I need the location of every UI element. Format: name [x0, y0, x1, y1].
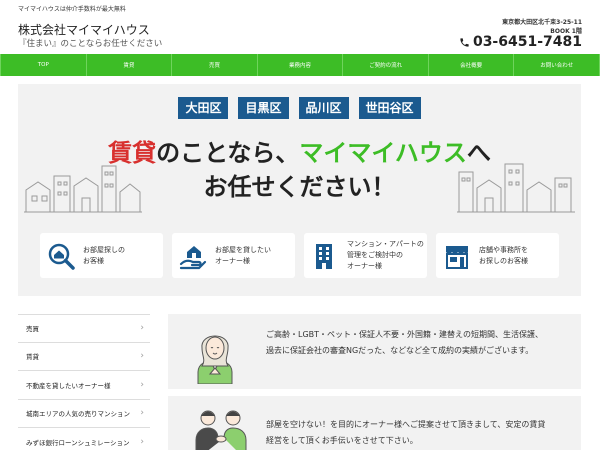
card-line: 管理をご検討中の [347, 251, 403, 259]
hero-banner: 大田区 目黒区 品川区 世田谷区 賃貸のことなら、マイマイハウスへ お任せくださ… [18, 84, 581, 296]
card-line: お客様 [83, 256, 104, 265]
address-line-1: 東京都大田区北千束3-25-11 [502, 19, 582, 26]
apartment-building-icon [311, 242, 339, 270]
area-tag-shinagawa: 品川区 [298, 97, 349, 119]
hero-headline: 賃貸のことなら、マイマイハウスへ お任せください！ [18, 136, 581, 204]
house-search-icon [47, 242, 75, 270]
info-panel-achievements: ご高齢・LGBT・ペット・保証人不要・外国籍・建替えの短期間、生活保護、 過去に… [168, 314, 581, 389]
card-line: お部屋を貸したい [215, 245, 271, 254]
info-line: 経営をして頂くお手伝いをさせて下さい。 [266, 436, 418, 445]
sidebar-item-popular-mansions[interactable]: 城南エリアの人気の売りマンション › [18, 400, 150, 428]
nav-item-contact[interactable]: お問い合わせ [514, 54, 600, 76]
hero-headline-line-1: 賃貸のことなら、マイマイハウスへ [18, 136, 581, 170]
sidebar-item-rent[interactable]: 賃貸 › [18, 343, 150, 371]
card-line: 店舗や事務所を [479, 245, 528, 254]
headline-brand-word: マイマイハウス [299, 139, 467, 167]
card-line: オーナー様 [215, 256, 250, 265]
sidebar-item-label: みずほ銀行ローンシュミレーション [26, 438, 130, 447]
card-shop-office-text: 店舗や事務所を お探しのお客様 [479, 245, 528, 267]
card-property-management-text: マンション・アパートの 管理をご検討中の オーナー様 [347, 239, 424, 272]
global-nav: TOP 賃貸 売買 業務内容 ご契約の流れ 会社概要 お問い合わせ [0, 54, 600, 76]
site-tagline: 『住まい』のことならお任せください [18, 39, 163, 49]
phone-number[interactable]: 03-6451-7481 [459, 34, 582, 50]
chevron-right-icon: › [140, 408, 144, 419]
chevron-right-icon: › [140, 436, 144, 447]
info-line: 部屋を空けない！を目的にオーナー様へご提案させて頂きまして、安定の賃貸 [266, 420, 546, 429]
woman-illustration-icon [197, 335, 233, 384]
info-line: 過去に保証会社の審査NGだった、などなど全て成約の実績がございます。 [266, 346, 534, 355]
headline-end-text: へ [466, 139, 491, 167]
top-notice-bar: マイマイハウスは仲介手数料が最大無料 [0, 0, 600, 16]
info-panel-text: 部屋を空けない！を目的にオーナー様へご提案させて頂きまして、安定の賃貸 経営をし… [266, 417, 545, 449]
area-tags: 大田区 目黒区 品川区 世田谷区 [18, 97, 581, 119]
sidebar-item-landlords[interactable]: 不動産を貸したいオーナー様 › [18, 371, 150, 400]
handshake-illustration-icon [195, 410, 247, 450]
area-tag-meguro: 目黒区 [238, 97, 289, 119]
sidebar-item-label: 賃貸 [26, 353, 39, 362]
sidebar-menu: 売買 › 賃貸 › 不動産を貸したいオーナー様 › 城南エリアの人気の売りマンション ›… [18, 314, 150, 450]
headline-rent-word: 賃貸 [108, 139, 157, 167]
top-notice-text: マイマイハウスは仲介手数料が最大無料 [18, 6, 126, 13]
nav-item-sale[interactable]: 売買 [172, 54, 258, 76]
chevron-right-icon: › [140, 323, 144, 334]
nav-item-services[interactable]: 業務内容 [258, 54, 344, 76]
company-name[interactable]: 株式会社マイマイハウス [18, 21, 150, 38]
card-line: お部屋探しの [83, 245, 125, 254]
phone-icon [460, 37, 469, 47]
nav-item-top[interactable]: TOP [0, 54, 87, 76]
chevron-right-icon: › [140, 379, 144, 390]
card-line: お探しのお客様 [479, 256, 528, 265]
headline-mid-text: のことなら、 [156, 139, 300, 167]
card-room-seekers-text: お部屋探しの お客様 [83, 245, 125, 267]
audience-cards: お部屋探しの お客様 お部屋を貸したい オーナー様 マンション・アパートの 管理… [40, 233, 559, 278]
info-panel-text: ご高齢・LGBT・ペット・保証人不要・外国籍・建替えの短期間、生活保護、 過去に… [266, 327, 543, 359]
sidebar-item-loan-simulation[interactable]: みずほ銀行ローンシュミレーション › [18, 428, 150, 450]
card-shop-office[interactable]: 店舗や事務所を お探しのお客様 [436, 233, 559, 278]
area-tag-ota: 大田区 [178, 97, 229, 119]
area-tag-setagaya: 世田谷区 [358, 97, 421, 119]
card-room-seekers[interactable]: お部屋探しの お客様 [40, 233, 163, 278]
card-line: マンション・アパートの [347, 240, 424, 248]
card-line: オーナー様 [347, 262, 382, 270]
nav-item-company[interactable]: 会社概要 [429, 54, 515, 76]
nav-item-rent[interactable]: 賃貸 [87, 54, 173, 76]
hero-headline-line-2: お任せください！ [203, 173, 396, 201]
phone-number-text: 03-6451-7481 [472, 34, 582, 50]
hand-house-icon [179, 242, 207, 270]
info-panel-owner-support: 部屋を空けない！を目的にオーナー様へご提案させて頂きまして、安定の賃貸 経営をし… [168, 396, 581, 450]
card-property-management[interactable]: マンション・アパートの 管理をご検討中の オーナー様 [304, 233, 427, 278]
site-header: 株式会社マイマイハウス 『住まい』のことならお任せください 東京都大田区北千束3… [0, 16, 600, 54]
sidebar-item-label: 城南エリアの人気の売りマンション [26, 410, 130, 419]
info-line: ご高齢・LGBT・ペット・保証人不要・外国籍・建替えの短期間、生活保護、 [266, 330, 544, 339]
chevron-right-icon: › [140, 351, 144, 362]
sidebar-item-label: 不動産を貸したいオーナー様 [26, 381, 111, 390]
card-landlords-text: お部屋を貸したい オーナー様 [215, 245, 271, 267]
card-landlords[interactable]: お部屋を貸したい オーナー様 [172, 233, 295, 278]
sidebar-item-sale[interactable]: 売買 › [18, 314, 150, 343]
nav-item-contract-flow[interactable]: ご契約の流れ [343, 54, 429, 76]
storefront-icon [443, 242, 471, 270]
sidebar-item-label: 売買 [26, 325, 39, 334]
